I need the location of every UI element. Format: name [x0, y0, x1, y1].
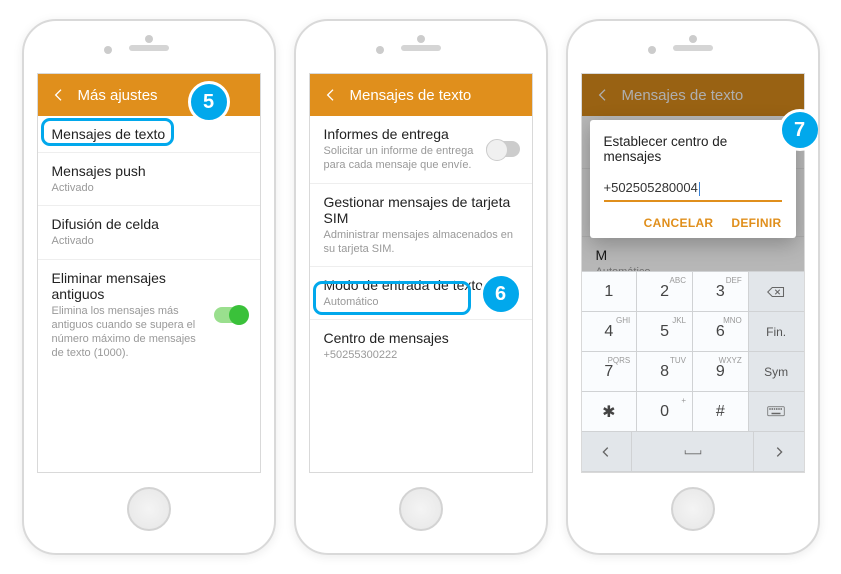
back-arrow-icon[interactable] — [322, 86, 340, 104]
key-0[interactable]: 0+ — [637, 392, 693, 432]
row-subtitle: Administrar mensajes almacenados en su t… — [324, 228, 518, 257]
sensor-dot — [648, 46, 656, 54]
key-backspace[interactable] — [749, 272, 804, 312]
key-sym[interactable]: Sym — [749, 352, 804, 392]
input-value: +50250528000 — [604, 180, 691, 195]
key-9[interactable]: 9WXYZ — [693, 352, 749, 392]
key-4[interactable]: 4GHI — [582, 312, 638, 352]
key-left-arrow-icon[interactable] — [582, 432, 633, 472]
key-done[interactable]: Fin. — [749, 312, 804, 352]
key-3[interactable]: 3DEF — [693, 272, 749, 312]
key-2[interactable]: 2ABC — [637, 272, 693, 312]
confirm-button[interactable]: DEFINIR — [731, 216, 781, 230]
row-title: Mensajes push — [52, 163, 246, 179]
key-right-arrow-icon[interactable] — [754, 432, 804, 472]
key-6[interactable]: 6MNO — [693, 312, 749, 352]
row-title: Centro de mensajes — [324, 330, 518, 346]
camera-dot — [145, 35, 153, 43]
step-badge-7: 7 — [779, 109, 820, 151]
input-last-char: 4 — [691, 180, 698, 195]
key-space[interactable] — [632, 432, 754, 472]
screen-right: Mensajes de texto Informes de entrega G … — [581, 73, 805, 473]
dialog-title: Establecer centro de mensajes — [604, 134, 782, 164]
row-subtitle: Solicitar un informe de entrega para cad… — [324, 144, 478, 173]
row-gestionar-sim[interactable]: Gestionar mensajes de tarjeta SIM Admini… — [310, 184, 532, 268]
row-difusion-celda[interactable]: Difusión de celda Activado — [38, 206, 260, 259]
row-mensajes-de-texto[interactable]: Mensajes de texto — [38, 116, 260, 153]
phone-right: Mensajes de texto Informes de entrega G … — [566, 19, 820, 555]
settings-list: Mensajes de texto Mensajes push Activado… — [38, 116, 260, 472]
message-center-input[interactable]: +502505280004 — [604, 176, 782, 202]
row-title: Mensajes de texto — [52, 126, 246, 142]
cancel-button[interactable]: CANCELAR — [644, 216, 714, 230]
set-message-center-dialog: Establecer centro de mensajes +502505280… — [590, 120, 796, 238]
row-subtitle: Activado — [52, 234, 246, 248]
key-8[interactable]: 8TUV — [637, 352, 693, 392]
row-title: Eliminar mensajes antiguos — [52, 270, 206, 302]
row-informes-entrega[interactable]: Informes de entrega Solicitar un informe… — [310, 116, 532, 184]
header-title: Más ajustes — [78, 87, 158, 104]
header-title: Mensajes de texto — [350, 87, 472, 104]
camera-dot — [689, 35, 697, 43]
back-arrow-icon[interactable] — [50, 86, 68, 104]
phone-middle: Mensajes de texto Informes de entrega So… — [294, 19, 548, 555]
key-7[interactable]: 7PQRS — [582, 352, 638, 392]
screen-left: Más ajustes Mensajes de texto Mensajes p… — [37, 73, 261, 473]
home-button[interactable] — [399, 487, 443, 531]
dialog-buttons: CANCELAR DEFINIR — [604, 216, 782, 230]
row-centro-mensajes[interactable]: Centro de mensajes +50255300222 — [310, 320, 532, 372]
text-cursor — [699, 182, 700, 196]
sensor-dot — [376, 46, 384, 54]
row-subtitle: +50255300222 — [324, 348, 518, 362]
toggle-off[interactable] — [486, 141, 520, 157]
camera-dot — [417, 35, 425, 43]
row-subtitle: Activado — [52, 181, 246, 195]
row-title: Difusión de celda — [52, 216, 246, 232]
app-header: Mensajes de texto — [310, 74, 532, 116]
numeric-keyboard: 1 2ABC 3DEF 4GHI 5JKL 6MNO Fin. 7PQRS 8T… — [582, 271, 804, 472]
key-star[interactable]: ✱ — [582, 392, 638, 432]
key-1[interactable]: 1 — [582, 272, 638, 312]
sensor-dot — [104, 46, 112, 54]
key-keyboard-icon[interactable] — [749, 392, 804, 432]
row-title: Gestionar mensajes de tarjeta SIM — [324, 194, 518, 226]
phone-left: Más ajustes Mensajes de texto Mensajes p… — [22, 19, 276, 555]
toggle-on[interactable] — [214, 307, 248, 323]
key-5[interactable]: 5JKL — [637, 312, 693, 352]
row-mensajes-push[interactable]: Mensajes push Activado — [38, 153, 260, 206]
step-badge-6: 6 — [480, 273, 522, 315]
home-button[interactable] — [671, 487, 715, 531]
step-badge-5: 5 — [188, 81, 230, 123]
row-subtitle: Elimina los mensajes más antiguos cuando… — [52, 304, 206, 361]
home-button[interactable] — [127, 487, 171, 531]
key-hash[interactable]: # — [693, 392, 749, 432]
row-eliminar-antiguos[interactable]: Eliminar mensajes antiguos Elimina los m… — [38, 260, 260, 371]
row-title: Informes de entrega — [324, 126, 478, 142]
